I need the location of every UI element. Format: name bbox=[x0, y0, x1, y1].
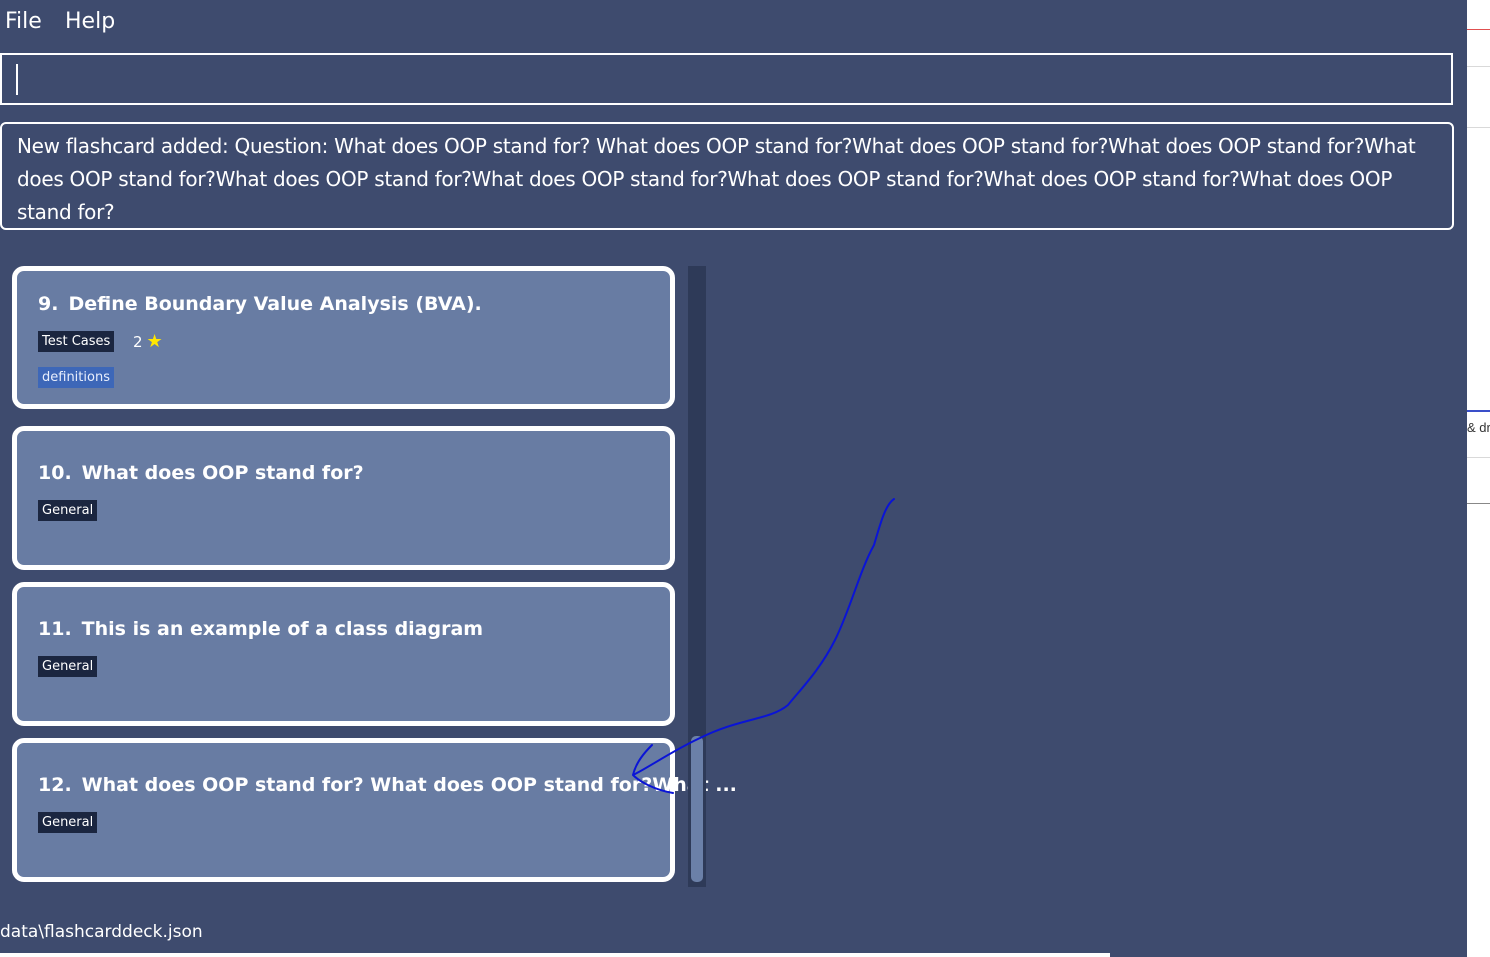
card-question: What does OOP stand for? bbox=[81, 462, 364, 484]
background-text: & dr bbox=[1467, 420, 1490, 435]
menu-help[interactable]: Help bbox=[65, 9, 115, 34]
card-tag: General bbox=[38, 812, 98, 833]
card-index: 11. bbox=[38, 618, 72, 640]
card-question: What does OOP stand for? What does OOP s… bbox=[81, 774, 737, 796]
menu-bar: File Help bbox=[0, 0, 1467, 46]
card-index: 12. bbox=[38, 774, 72, 796]
result-display: New flashcard added: Question: What does… bbox=[0, 122, 1454, 230]
list-scrollbar[interactable] bbox=[688, 266, 706, 887]
status-bar-path: data\flashcarddeck.json bbox=[0, 922, 203, 942]
card-question: Define Boundary Value Analysis (BVA). bbox=[68, 293, 482, 315]
rating-value: 2 bbox=[133, 333, 143, 351]
text-caret bbox=[16, 64, 18, 95]
flashcard-card[interactable]: 10. What does OOP stand for? General bbox=[12, 426, 675, 570]
divider bbox=[1467, 66, 1490, 67]
result-message: New flashcard added: Question: What does… bbox=[17, 134, 1416, 224]
card-question: This is an example of a class diagram bbox=[81, 618, 484, 640]
card-title: 12. What does OOP stand for? What does OO… bbox=[38, 774, 737, 796]
menu-file[interactable]: File bbox=[5, 9, 42, 34]
background-window: & dr bbox=[1467, 0, 1490, 957]
star-icon: ★ bbox=[146, 331, 163, 352]
command-input[interactable] bbox=[0, 53, 1453, 105]
card-tag: General bbox=[38, 500, 98, 521]
divider bbox=[1467, 410, 1490, 412]
card-tag: Test Cases bbox=[38, 331, 115, 352]
divider bbox=[1467, 29, 1490, 30]
flashcard-card[interactable]: 9. Define Boundary Value Analysis (BVA). … bbox=[12, 266, 675, 409]
app-window: File Help New flashcard added: Question:… bbox=[0, 0, 1467, 957]
card-tag: General bbox=[38, 656, 98, 677]
flashcard-card[interactable]: 12. What does OOP stand for? What does OO… bbox=[12, 738, 737, 882]
card-index: 10. bbox=[38, 462, 72, 484]
card-category: definitions bbox=[38, 367, 114, 388]
divider bbox=[1467, 127, 1490, 128]
flashcard-card[interactable]: 11. This is an example of a class diagram… bbox=[12, 582, 675, 726]
flashcard-list: 9. Define Boundary Value Analysis (BVA). … bbox=[12, 266, 737, 888]
divider bbox=[1467, 503, 1490, 504]
card-title: 10. What does OOP stand for? bbox=[38, 462, 364, 484]
card-title: 9. Define Boundary Value Analysis (BVA). bbox=[38, 293, 482, 315]
divider bbox=[1467, 457, 1490, 458]
card-rating: 2 ★ bbox=[133, 331, 163, 352]
card-index: 9. bbox=[38, 293, 59, 315]
bottom-strip bbox=[0, 953, 1110, 957]
card-title: 11. This is an example of a class diagram bbox=[38, 618, 483, 640]
scrollbar-thumb[interactable] bbox=[691, 736, 703, 882]
